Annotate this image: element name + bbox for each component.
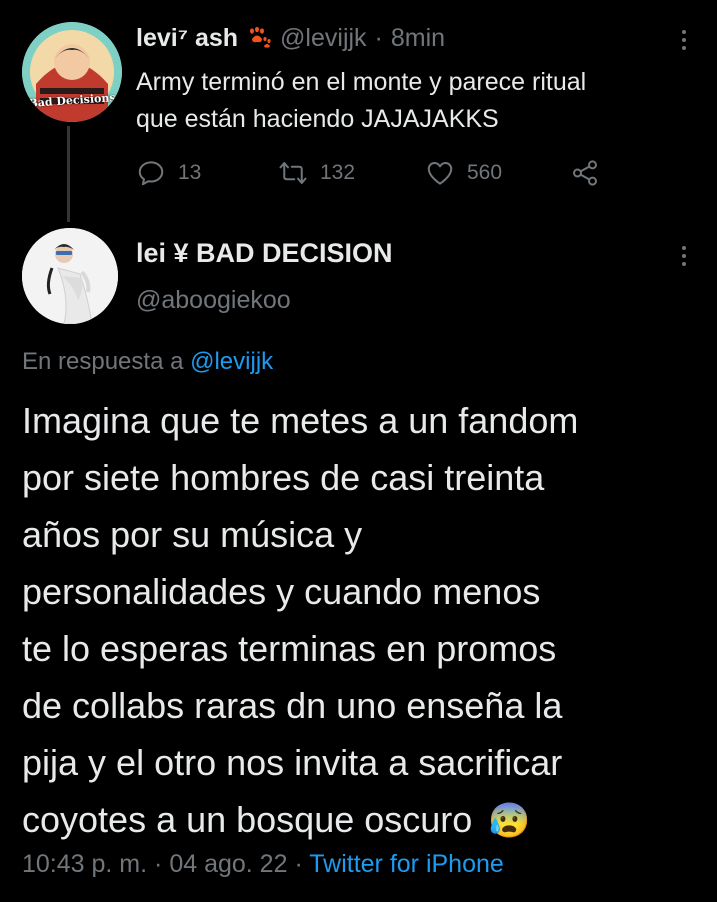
tweet-text-line: Imagina que te metes a un fandom: [22, 400, 579, 441]
reply-action[interactable]: 13: [136, 158, 201, 188]
main-handle[interactable]: @aboogiekoo: [136, 286, 291, 315]
parent-time[interactable]: 8min: [391, 24, 445, 53]
reply-context: En respuesta a @levijjk: [22, 348, 273, 376]
tweet-time[interactable]: 10:43 p. m.: [22, 850, 147, 878]
tweet-meta: 10:43 p. m. · 04 ago. 22 · Twitter for i…: [22, 850, 504, 879]
tweet-date[interactable]: 04 ago. 22: [169, 850, 287, 878]
reply-icon: [138, 161, 164, 186]
anxious-face-emoji: 😰: [488, 802, 531, 840]
share-action[interactable]: [570, 158, 600, 188]
main-avatar[interactable]: [22, 228, 118, 324]
main-more-icon[interactable]: [681, 246, 687, 266]
retweet-icon: [279, 162, 307, 184]
reply-count: 13: [178, 161, 202, 184]
parent-text-line: Army terminó en el monte y parece ritual: [136, 68, 587, 96]
main-display-name[interactable]: lei ¥ BAD DECISION: [136, 238, 393, 269]
main-tweet-text: Imagina que te metes a un fandom por sie…: [22, 392, 578, 850]
tweet-source[interactable]: Twitter for iPhone: [309, 850, 504, 878]
tweet-text-line: pija y el otro nos invita a sacrificar: [22, 742, 563, 783]
parent-display-name[interactable]: levi⁷ ash: [136, 24, 238, 53]
reply-prefix: En respuesta a: [22, 348, 184, 375]
meta-separator: ·: [154, 850, 163, 878]
main-avatar-image: [22, 228, 118, 324]
parent-avatar[interactable]: Bad Decisions: [22, 22, 122, 122]
parent-more-icon[interactable]: [681, 30, 687, 50]
like-count: 560: [467, 161, 503, 184]
tweet-text-line-last: coyotes a un bosque oscuro 😰: [22, 791, 578, 850]
tweet-text-line: por siete hombres de casi treinta: [22, 457, 545, 498]
tweet-text-line: te lo esperas terminas en promos: [22, 628, 557, 669]
paw-prints-icon: [246, 26, 272, 48]
parent-tweet-text: Army terminó en el monte y parece ritual…: [136, 64, 586, 138]
tweet-text-line: personalidades y cuando menos: [22, 571, 541, 612]
share-icon: [573, 160, 597, 186]
tweet-text-line: años por su música y: [22, 514, 363, 555]
parent-handle[interactable]: @levijjk: [280, 24, 367, 53]
tweet-text-line: coyotes a un bosque oscuro: [22, 799, 473, 840]
retweet-action[interactable]: 132: [278, 158, 355, 188]
retweet-count: 132: [320, 161, 356, 184]
parent-separator: ·: [374, 24, 383, 52]
like-action[interactable]: 560: [425, 158, 502, 188]
reply-to-handle[interactable]: @levijjk: [190, 348, 273, 375]
meta-separator: ·: [294, 850, 303, 878]
thread-line: [67, 126, 70, 222]
parent-tweet-header: levi⁷ ash @levijjk · 8min: [136, 24, 445, 53]
tweet-text-line: de collabs raras dn uno enseña la: [22, 685, 563, 726]
parent-text-line: que están haciendo JAJAJAKKS: [136, 105, 499, 133]
heart-icon: [427, 162, 453, 185]
